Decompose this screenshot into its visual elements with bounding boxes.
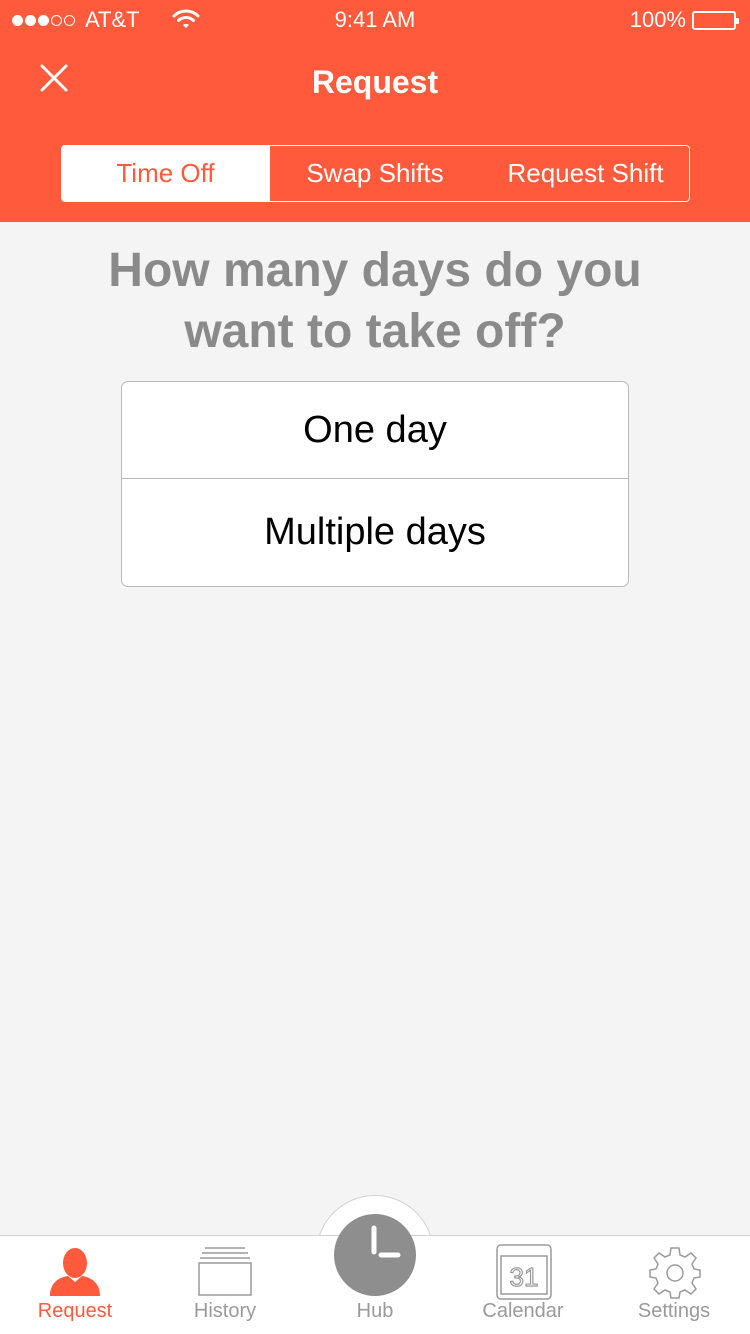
tab-settings[interactable]: Settings [598, 1240, 750, 1334]
tab-label-request: Request [37, 1300, 113, 1322]
header: AT&T 9:41 AM 100% Request Time Off Swap … [0, 0, 750, 222]
segment-request-shift[interactable]: Request Shift [480, 146, 689, 201]
tab-history[interactable]: History [150, 1240, 300, 1334]
segment-time-off[interactable]: Time Off [62, 146, 269, 201]
calendar-icon: 31 [496, 1244, 552, 1300]
battery-icon [692, 10, 739, 30]
tab-label-hub: Hub [356, 1300, 394, 1322]
history-stack-icon [198, 1247, 252, 1296]
tab-calendar[interactable]: 31 Calendar [448, 1240, 598, 1334]
option-multiple-days[interactable]: Multiple days [122, 478, 628, 586]
option-one-day[interactable]: One day [122, 382, 628, 478]
tab-label-history: History [193, 1300, 257, 1322]
tab-label-calendar: Calendar [482, 1300, 564, 1322]
battery-percentage: 100% [629, 7, 686, 32]
page-title: Request [311, 64, 439, 100]
day-count-options: One day Multiple days [121, 381, 629, 587]
tab-hub[interactable]: Hub [300, 1240, 450, 1334]
segment-swap-shifts[interactable]: Swap Shifts [269, 146, 480, 201]
person-icon [50, 1248, 100, 1296]
request-type-segmented-control: Time Off Swap Shifts Request Shift [61, 145, 690, 202]
gear-icon [649, 1247, 701, 1299]
tab-label-settings: Settings [637, 1300, 711, 1322]
status-right: 100% [629, 7, 739, 33]
tab-request[interactable]: Request [0, 1240, 150, 1334]
calendar-day-number: 31 [510, 1262, 539, 1292]
question-heading: How many days do you want to take off? [108, 244, 642, 358]
status-bar: AT&T 9:41 AM 100% [0, 0, 750, 40]
